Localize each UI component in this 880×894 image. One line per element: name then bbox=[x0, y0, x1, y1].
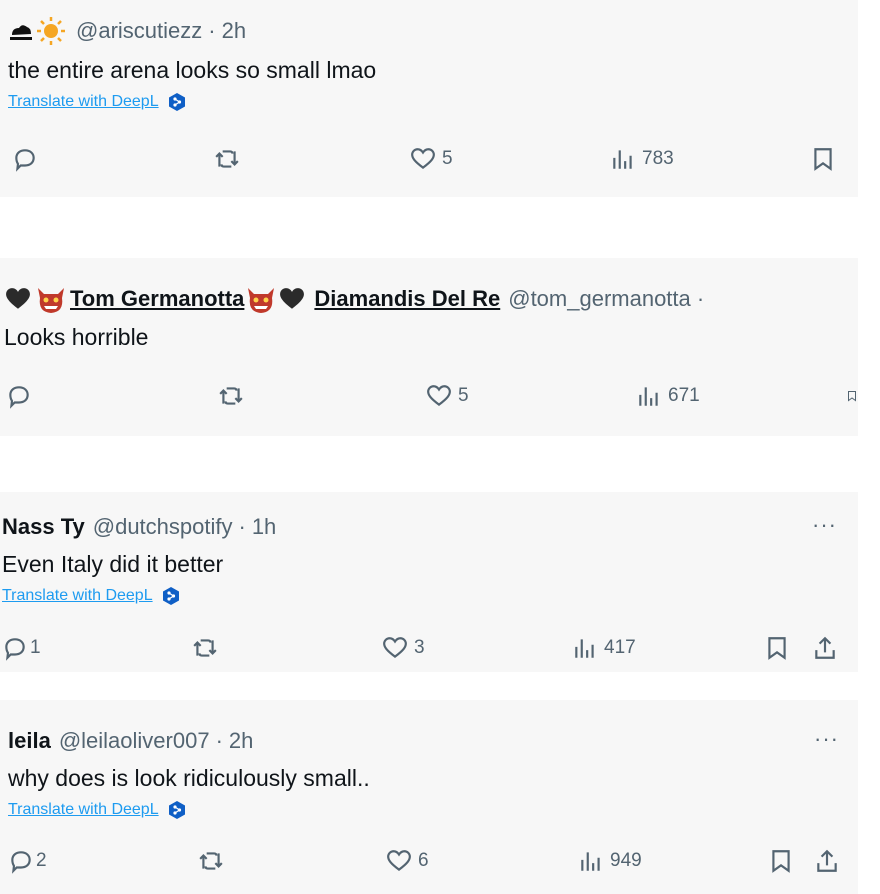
like-count: 3 bbox=[414, 637, 425, 658]
views-icon bbox=[639, 387, 658, 406]
like-button[interactable]: 5 bbox=[410, 146, 453, 172]
bookmark-button[interactable] bbox=[810, 146, 836, 172]
share-icon bbox=[817, 849, 837, 872]
retweet-button[interactable] bbox=[192, 635, 218, 661]
retweet-icon bbox=[215, 150, 239, 168]
cloud-icon bbox=[10, 25, 32, 40]
user-handle[interactable]: @leilaoliver007 bbox=[59, 728, 210, 754]
retweet-icon bbox=[199, 852, 223, 870]
translate-link[interactable]: Translate with DeepL bbox=[8, 800, 187, 820]
tweet-header: leila @leilaoliver007 · 2h bbox=[8, 728, 253, 754]
separator-dot: · bbox=[208, 18, 216, 43]
reply-button[interactable]: 1 bbox=[2, 635, 41, 661]
user-handle[interactable]: @tom_germanotta · bbox=[508, 286, 704, 312]
bookmark-button[interactable] bbox=[764, 635, 790, 661]
deepl-icon bbox=[168, 801, 185, 819]
deepl-icon bbox=[162, 587, 179, 605]
views-icon bbox=[613, 150, 632, 169]
retweet-icon bbox=[219, 387, 243, 405]
heart-icon bbox=[387, 850, 411, 872]
bookmark-icon bbox=[814, 148, 832, 171]
tweet-text: why does is look ridiculously small.. bbox=[8, 765, 370, 791]
separator-dot: · bbox=[238, 514, 246, 539]
black-heart-icon bbox=[6, 288, 30, 309]
display-name[interactable]: leila bbox=[8, 728, 51, 754]
share-button[interactable] bbox=[812, 635, 838, 661]
translate-link[interactable]: Translate with DeepL bbox=[2, 586, 181, 606]
like-count: 5 bbox=[442, 148, 453, 169]
more-options-button[interactable]: ··· bbox=[812, 512, 837, 538]
translate-label[interactable]: Translate with DeepL bbox=[8, 801, 159, 819]
views-button[interactable]: 783 bbox=[610, 146, 674, 172]
tweet-text: the entire arena looks so small lmao bbox=[8, 57, 377, 83]
user-handle[interactable]: @ariscutiezz bbox=[76, 18, 202, 44]
view-count: 949 bbox=[610, 850, 642, 871]
like-button[interactable]: 6 bbox=[386, 848, 429, 874]
display-name[interactable]: Nass Ty bbox=[2, 514, 85, 540]
like-button[interactable]: 3 bbox=[382, 635, 425, 661]
tweet-card: @ariscutiezz · 2h the entire arena looks… bbox=[0, 0, 858, 197]
tweet-header: Nass Ty @dutchspotify · 1h bbox=[2, 514, 276, 540]
view-count: 417 bbox=[604, 637, 636, 658]
retweet-button[interactable] bbox=[218, 383, 244, 409]
reply-button[interactable]: 2 bbox=[8, 848, 47, 874]
tweet-text: Looks horrible bbox=[4, 324, 149, 350]
like-button[interactable]: 5 bbox=[426, 383, 469, 409]
demon-mask-icon bbox=[38, 288, 64, 313]
bookmark-button[interactable] bbox=[768, 848, 794, 874]
share-button[interactable] bbox=[814, 848, 840, 874]
reply-icon bbox=[11, 851, 31, 874]
bookmark-button[interactable] bbox=[846, 383, 858, 409]
bookmark-icon bbox=[772, 850, 790, 873]
views-icon bbox=[575, 639, 594, 658]
retweet-button[interactable] bbox=[198, 848, 224, 874]
reply-count: 1 bbox=[30, 637, 41, 658]
views-button[interactable]: 949 bbox=[578, 848, 642, 874]
retweet-button[interactable] bbox=[214, 146, 240, 172]
heart-icon bbox=[411, 148, 435, 170]
reply-icon bbox=[5, 638, 25, 661]
share-icon bbox=[815, 636, 835, 659]
reply-button[interactable] bbox=[12, 146, 38, 172]
tweet-card: leila @leilaoliver007 · 2h ··· why does … bbox=[0, 700, 858, 894]
reply-icon bbox=[15, 149, 35, 172]
views-button[interactable]: 417 bbox=[572, 635, 636, 661]
tweet-header: @ariscutiezz · 2h bbox=[8, 16, 246, 46]
tweet-time[interactable]: 1h bbox=[252, 514, 276, 540]
like-count: 6 bbox=[418, 850, 429, 871]
more-options-button[interactable]: ··· bbox=[814, 726, 839, 752]
tweet-header: Tom Germanotta Diamandis Del Re @tom_ger… bbox=[4, 284, 704, 314]
bookmark-icon bbox=[768, 637, 786, 660]
sun-icon bbox=[37, 17, 65, 45]
views-button[interactable]: 671 bbox=[636, 383, 700, 409]
tweet-text: Even Italy did it better bbox=[2, 551, 224, 577]
display-name-2[interactable]: Diamandis Del Re bbox=[314, 286, 500, 312]
black-heart-icon bbox=[280, 288, 305, 309]
view-count: 671 bbox=[668, 385, 700, 406]
retweet-icon bbox=[193, 639, 217, 657]
deepl-icon bbox=[168, 93, 185, 111]
separator-dot: · bbox=[215, 728, 223, 753]
translate-link[interactable]: Translate with DeepL bbox=[8, 92, 187, 112]
reply-count: 2 bbox=[36, 850, 47, 871]
tweet-card: Tom Germanotta Diamandis Del Re @tom_ger… bbox=[0, 258, 858, 436]
heart-icon bbox=[383, 637, 407, 659]
translate-label[interactable]: Translate with DeepL bbox=[8, 93, 159, 111]
heart-icon bbox=[427, 385, 451, 407]
tweet-time[interactable]: 2h bbox=[222, 18, 246, 44]
bookmark-icon bbox=[848, 391, 856, 402]
reply-button[interactable] bbox=[6, 383, 32, 409]
demon-mask-icon bbox=[248, 288, 275, 313]
tweet-card: Nass Ty @dutchspotify · 1h ··· Even Ital… bbox=[0, 492, 858, 672]
view-count: 783 bbox=[642, 148, 674, 169]
like-count: 5 bbox=[458, 385, 469, 406]
translate-label[interactable]: Translate with DeepL bbox=[2, 587, 153, 605]
display-name-1[interactable]: Tom Germanotta bbox=[70, 286, 244, 312]
reply-icon bbox=[9, 386, 29, 409]
tweet-time[interactable]: 2h bbox=[229, 728, 253, 754]
views-icon bbox=[581, 852, 600, 871]
user-handle[interactable]: @dutchspotify bbox=[93, 514, 233, 540]
